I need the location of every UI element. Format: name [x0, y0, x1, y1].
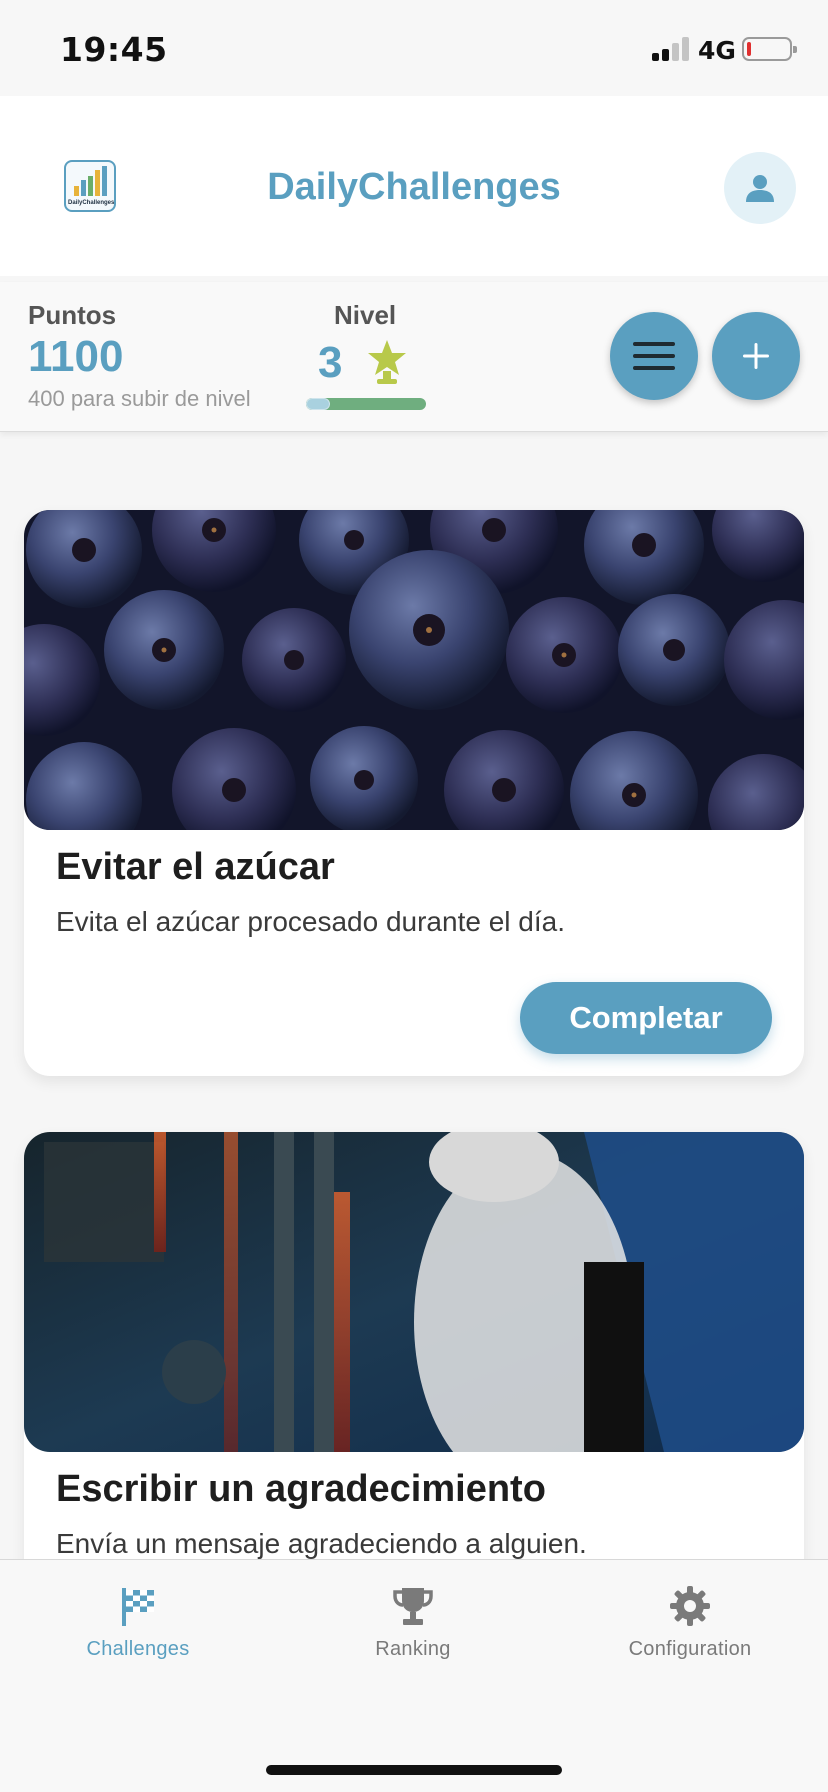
tab-challenges[interactable]: Challenges [18, 1574, 258, 1674]
home-indicator [266, 1765, 562, 1775]
level-progress-fill [306, 398, 330, 410]
challenge-title: Evitar el azúcar [56, 846, 335, 888]
points-to-next-level: 400 para subir de nivel [28, 386, 251, 411]
plus-icon [743, 343, 769, 369]
level-label: Nivel [334, 300, 397, 330]
star-trophy-icon [368, 340, 406, 384]
challenge-feed[interactable]: Evitar el azúcar Evita el azúcar procesa… [0, 433, 828, 1559]
tab-bar: Challenges Ranking Configuration [0, 1559, 828, 1792]
challenge-card: Evitar el azúcar Evita el azúcar procesa… [24, 510, 804, 1076]
tab-label: Ranking [375, 1638, 451, 1660]
challenge-description: Envía un mensaje agradeciendo a alguien. [56, 1528, 587, 1559]
app-header: DailyChallenges DailyChallenges [0, 96, 828, 276]
hamburger-icon [633, 342, 675, 370]
menu-button[interactable] [610, 312, 698, 400]
status-time: 19:45 [60, 30, 168, 69]
challenge-image-dj [24, 1132, 804, 1452]
challenge-image-blueberries [24, 510, 804, 830]
page-title: DailyChallenges [267, 166, 561, 208]
tab-label: Challenges [86, 1638, 190, 1660]
points-label: Puntos [28, 300, 117, 330]
trophy-icon [393, 1588, 433, 1625]
status-bar: 19:45 4G [0, 0, 828, 96]
level-value: 3 [318, 338, 343, 387]
challenge-description: Evita el azúcar procesado durante el día… [56, 906, 565, 937]
battery-icon [742, 37, 797, 61]
tab-configuration[interactable]: Configuration [570, 1574, 810, 1674]
add-challenge-button[interactable] [712, 312, 800, 400]
gear-icon [670, 1586, 710, 1626]
profile-button[interactable] [724, 152, 796, 224]
person-icon [746, 175, 774, 202]
challenge-title: Escribir un agradecimiento [56, 1468, 546, 1510]
level-progress-bar [306, 398, 426, 410]
tab-label: Configuration [628, 1638, 752, 1660]
tab-ranking[interactable]: Ranking [293, 1574, 533, 1674]
stats-bar: Puntos 1100 400 para subir de nivel Nive… [0, 282, 828, 432]
points-value: 1100 [28, 332, 124, 381]
checkered-flag-icon [122, 1588, 154, 1626]
challenge-card: Escribir un agradecimiento Envía un mens… [24, 1132, 804, 1559]
complete-button[interactable]: Completar [520, 982, 772, 1054]
network-label: 4G [698, 36, 736, 65]
signal-icon [652, 37, 690, 61]
